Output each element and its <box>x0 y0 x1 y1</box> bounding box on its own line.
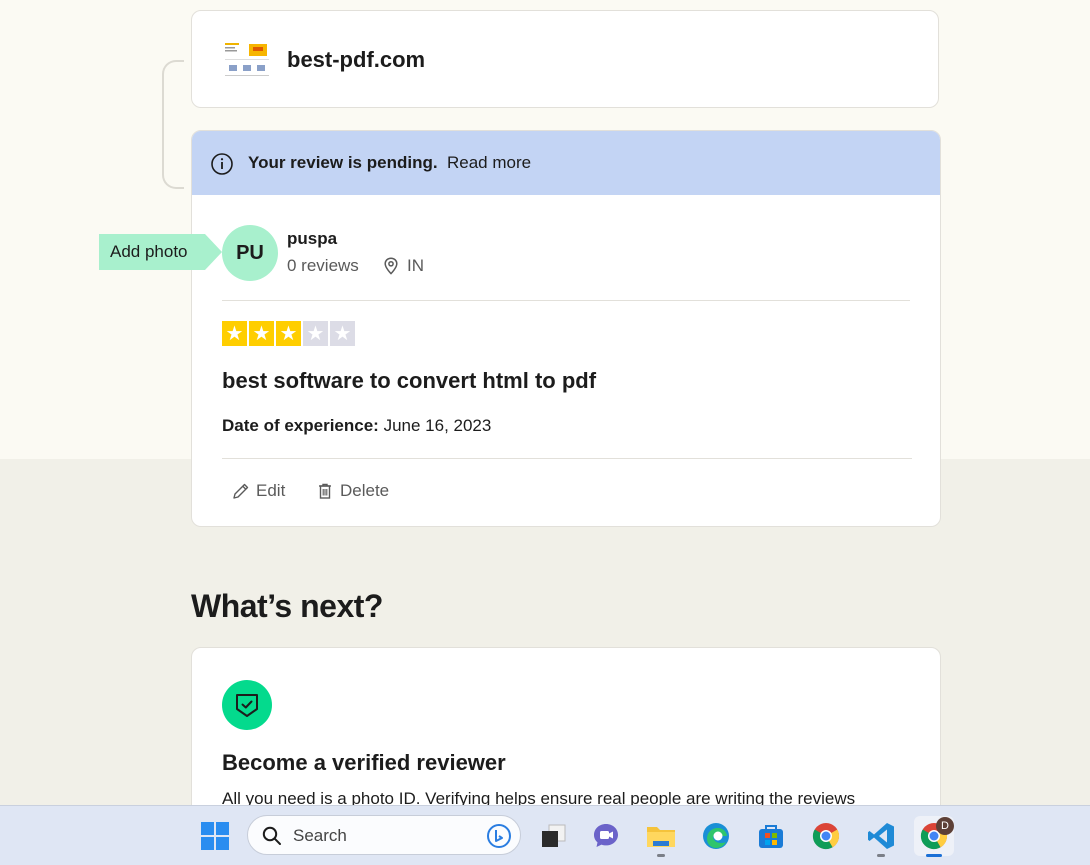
add-photo-tooltip[interactable]: Add photo <box>99 234 205 270</box>
taskbar-search-box[interactable]: Search <box>247 815 521 855</box>
search-placeholder: Search <box>293 826 347 845</box>
star-icon: ★ <box>249 321 274 346</box>
location-pin-icon <box>384 257 398 275</box>
company-name[interactable]: best-pdf.com <box>287 47 425 73</box>
chrome-profile-button[interactable]: D <box>914 816 954 857</box>
vscode-button[interactable] <box>861 816 901 857</box>
review-card: Your review is pending. Read more PU pus… <box>191 130 941 527</box>
store-icon <box>759 825 783 848</box>
star-icon: ★ <box>276 321 301 346</box>
file-explorer-button[interactable] <box>641 816 681 857</box>
edit-label: Edit <box>256 481 286 500</box>
edit-button[interactable]: Edit <box>232 481 285 501</box>
delete-label: Delete <box>340 481 390 500</box>
start-button[interactable] <box>195 816 235 856</box>
edge-button[interactable] <box>696 816 736 856</box>
user-name: puspa <box>287 229 338 248</box>
folder-icon <box>647 827 675 847</box>
whats-next-heading: What’s next? <box>191 588 383 624</box>
company-card[interactable]: best-pdf.com <box>191 10 939 108</box>
chrome-button[interactable] <box>806 816 846 856</box>
active-indicator <box>926 854 942 857</box>
star-rating: ★ ★ ★ ★ ★ <box>222 321 355 346</box>
info-icon <box>211 153 233 175</box>
chat-icon <box>594 824 618 847</box>
company-thumbnail <box>223 41 271 79</box>
add-photo-tooltip-arrow <box>205 234 222 270</box>
divider <box>222 300 910 301</box>
chrome-icon <box>812 823 840 850</box>
star-icon: ★ <box>330 321 355 346</box>
date-of-experience: Date of experience: June 16, 2023 <box>222 416 491 436</box>
read-more-link[interactable]: Read more <box>447 153 531 173</box>
edge-icon <box>703 823 729 849</box>
pending-message: Your review is pending. <box>248 153 438 172</box>
user-country: IN <box>407 256 424 275</box>
pencil-icon <box>233 483 249 499</box>
bing-icon[interactable] <box>486 823 512 849</box>
task-view-button[interactable] <box>533 816 573 856</box>
divider <box>222 458 912 459</box>
trash-icon <box>319 483 331 499</box>
running-indicator <box>877 854 885 857</box>
microsoft-store-button[interactable] <box>751 816 791 856</box>
review-title: best software to convert html to pdf <box>222 368 597 393</box>
delete-button[interactable]: Delete <box>316 481 389 501</box>
profile-badge: D <box>936 817 954 835</box>
avatar[interactable]: PU <box>222 225 278 281</box>
bracket-connector <box>162 60 184 189</box>
date-value: June 16, 2023 <box>383 416 492 435</box>
verify-title: Become a verified reviewer <box>222 750 506 775</box>
star-icon: ★ <box>222 321 247 346</box>
windows-icon <box>201 822 229 850</box>
date-label: Date of experience: <box>222 416 379 435</box>
review-count: 0 reviews <box>287 256 359 275</box>
teams-chat-button[interactable] <box>586 816 626 856</box>
vscode-icon <box>868 823 894 849</box>
taskbar: Search D <box>0 805 1090 865</box>
task-view-icon <box>542 824 566 847</box>
verified-shield-icon <box>222 680 272 730</box>
search-icon <box>262 826 281 845</box>
pending-banner: Your review is pending. Read more <box>192 131 940 195</box>
profile-badge-letter: D <box>941 820 949 832</box>
star-icon: ★ <box>303 321 328 346</box>
running-indicator <box>657 854 665 857</box>
